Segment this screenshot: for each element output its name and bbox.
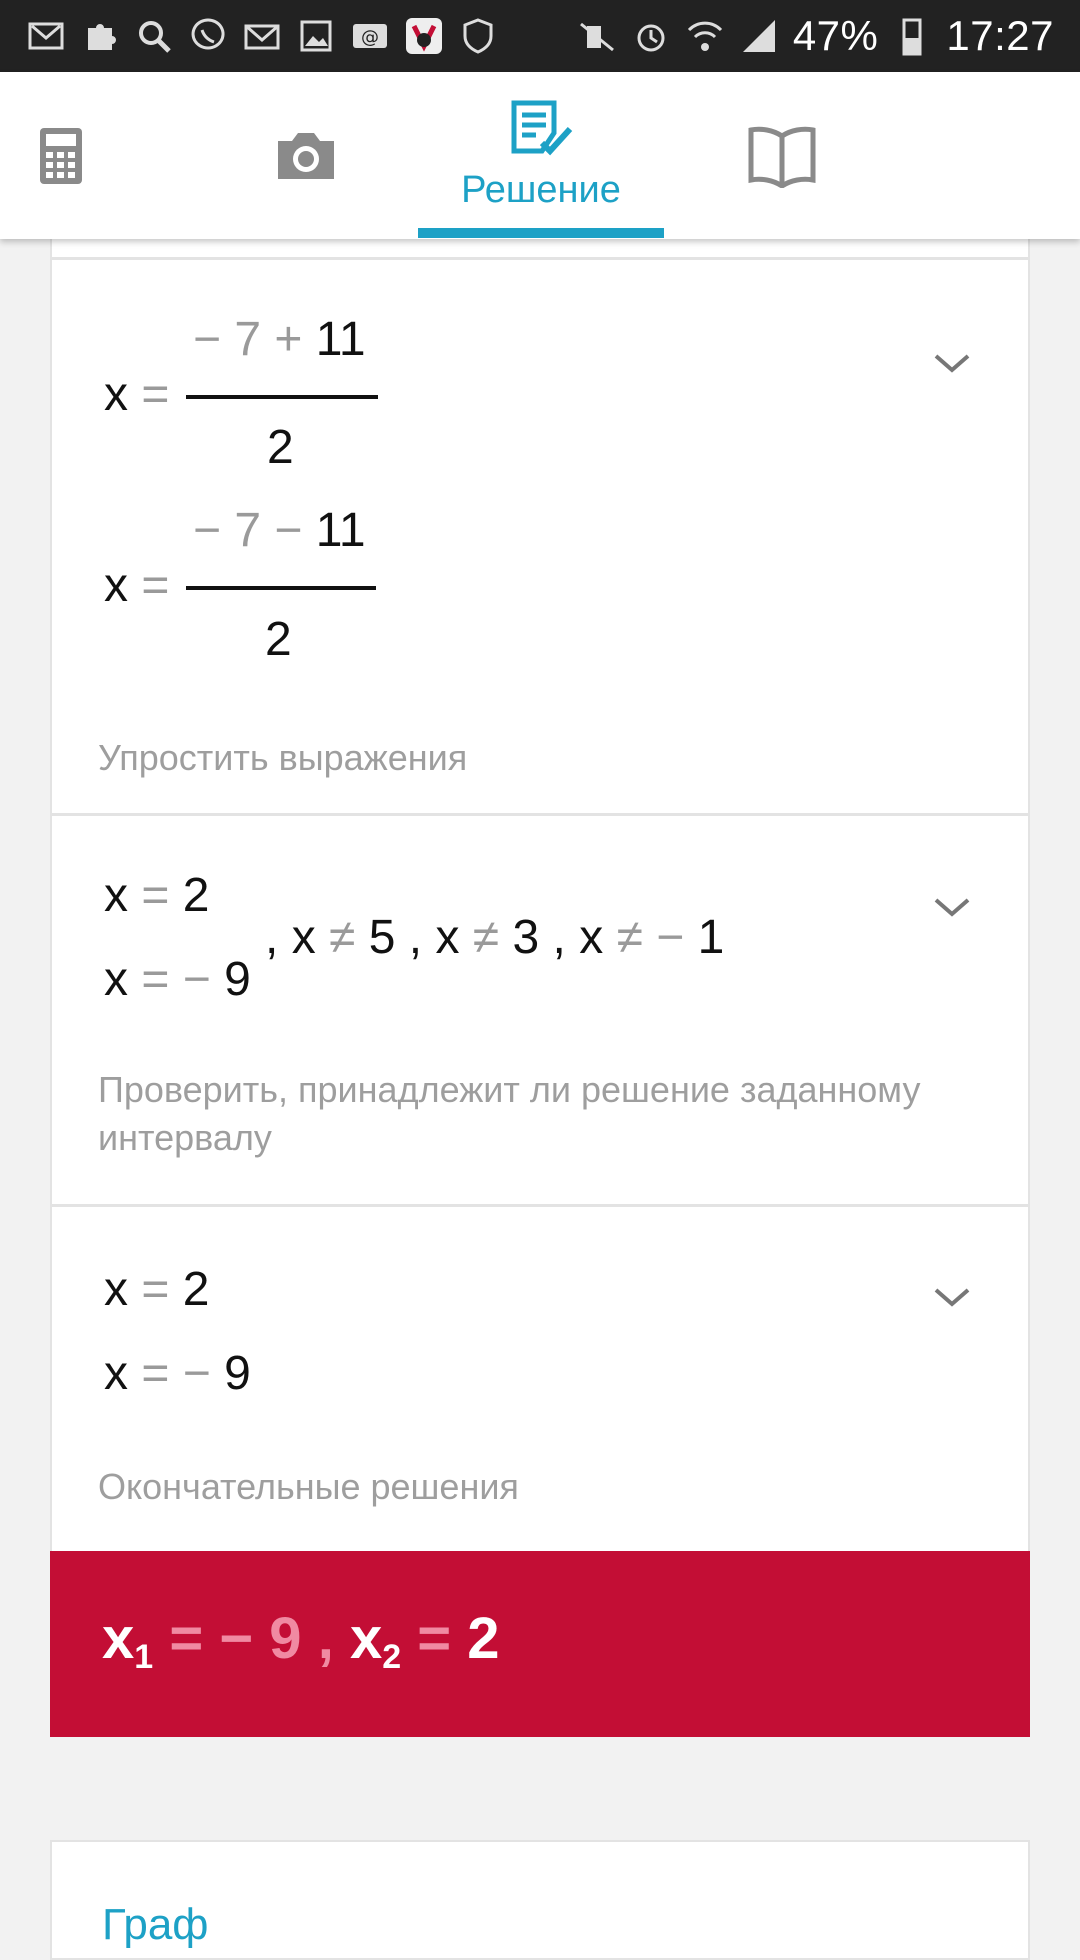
graph-card-title: Граф — [102, 1900, 209, 1949]
signal-icon — [739, 16, 779, 56]
clock: 17:27 — [946, 12, 1054, 59]
solution-icon — [511, 100, 573, 156]
chevron-down-icon[interactable] — [932, 1286, 972, 1310]
gallery-icon — [296, 16, 336, 56]
final-answer: x1 = − 9 , x2 = 2 — [102, 1606, 500, 1676]
status-bar: @ 47% 17:27 — [0, 0, 1080, 72]
equation-1-denominator: 2 — [267, 421, 294, 474]
divider — [50, 813, 1030, 816]
previous-step-card — [50, 239, 1030, 257]
equation-2-denominator: 2 — [265, 613, 292, 666]
root-2: x = − 9 — [104, 1347, 251, 1400]
book-icon — [748, 126, 816, 188]
active-tab-indicator — [418, 228, 664, 238]
search-icon — [134, 16, 174, 56]
tab-bar: Решение — [0, 72, 1080, 239]
mute-icon — [577, 16, 617, 56]
step-description: Упростить выражения — [98, 737, 468, 778]
graph-card[interactable]: Граф — [50, 1840, 1030, 1960]
battery-percent: 47% — [792, 12, 879, 59]
divider — [50, 1204, 1030, 1207]
calculator-icon — [40, 127, 82, 184]
step-description: Окончательные решения — [98, 1466, 519, 1507]
system-icons: 47% 17:27 — [577, 12, 1080, 60]
root-1: x = 2 — [104, 869, 210, 922]
solution-steps[interactable]: x = − 7 + 11 2 x = − 7 − 11 2 Упростить … — [50, 239, 1030, 1960]
fraction-bar — [186, 586, 376, 590]
email-at-icon: @ — [350, 16, 390, 56]
excluded-values: , x ≠ 5 , x ≠ 3 , x ≠ − 1 — [265, 911, 725, 964]
gmail-icon — [26, 16, 66, 56]
alarm-icon — [631, 16, 671, 56]
notification-icons: @ — [0, 16, 498, 56]
root-2: x = − 9 — [104, 953, 251, 1006]
viber-icon — [188, 16, 228, 56]
puzzle-icon — [80, 16, 120, 56]
root-1: x = 2 — [104, 1263, 210, 1316]
tab-camera[interactable] — [256, 72, 356, 239]
mail-icon — [242, 16, 282, 56]
step-description: Проверить, принадлежит ли решение заданн… — [98, 1069, 921, 1158]
chevron-down-icon[interactable] — [932, 352, 972, 376]
step-card-check-interval[interactable]: x = 2 x = − 9 , x ≠ 5 , x ≠ 3 , x ≠ − 1 … — [50, 816, 1030, 1206]
battery-icon — [892, 16, 932, 56]
equation-1-lhs: x = — [104, 368, 170, 421]
tab-solution[interactable]: Решение — [418, 72, 664, 239]
tab-solution-label: Решение — [461, 169, 621, 211]
equation-1-numerator: − 7 + 11 — [193, 313, 366, 366]
wifi-icon — [685, 16, 725, 56]
fraction-bar — [186, 395, 378, 399]
final-answer-banner: x1 = − 9 , x2 = 2 — [50, 1551, 1030, 1737]
shield-icon — [458, 16, 498, 56]
game-icon — [404, 16, 444, 56]
step-card-final-solutions[interactable]: x = 2 x = − 9 Окончательные решения — [50, 1206, 1030, 1551]
camera-icon — [278, 132, 334, 179]
equation-2-lhs: x = — [104, 559, 170, 612]
equation-2-numerator: − 7 − 11 — [193, 504, 366, 557]
chevron-down-icon[interactable] — [932, 896, 972, 920]
svg-text:@: @ — [361, 27, 379, 48]
tab-book[interactable] — [740, 72, 824, 239]
tab-calculator[interactable] — [20, 72, 102, 239]
